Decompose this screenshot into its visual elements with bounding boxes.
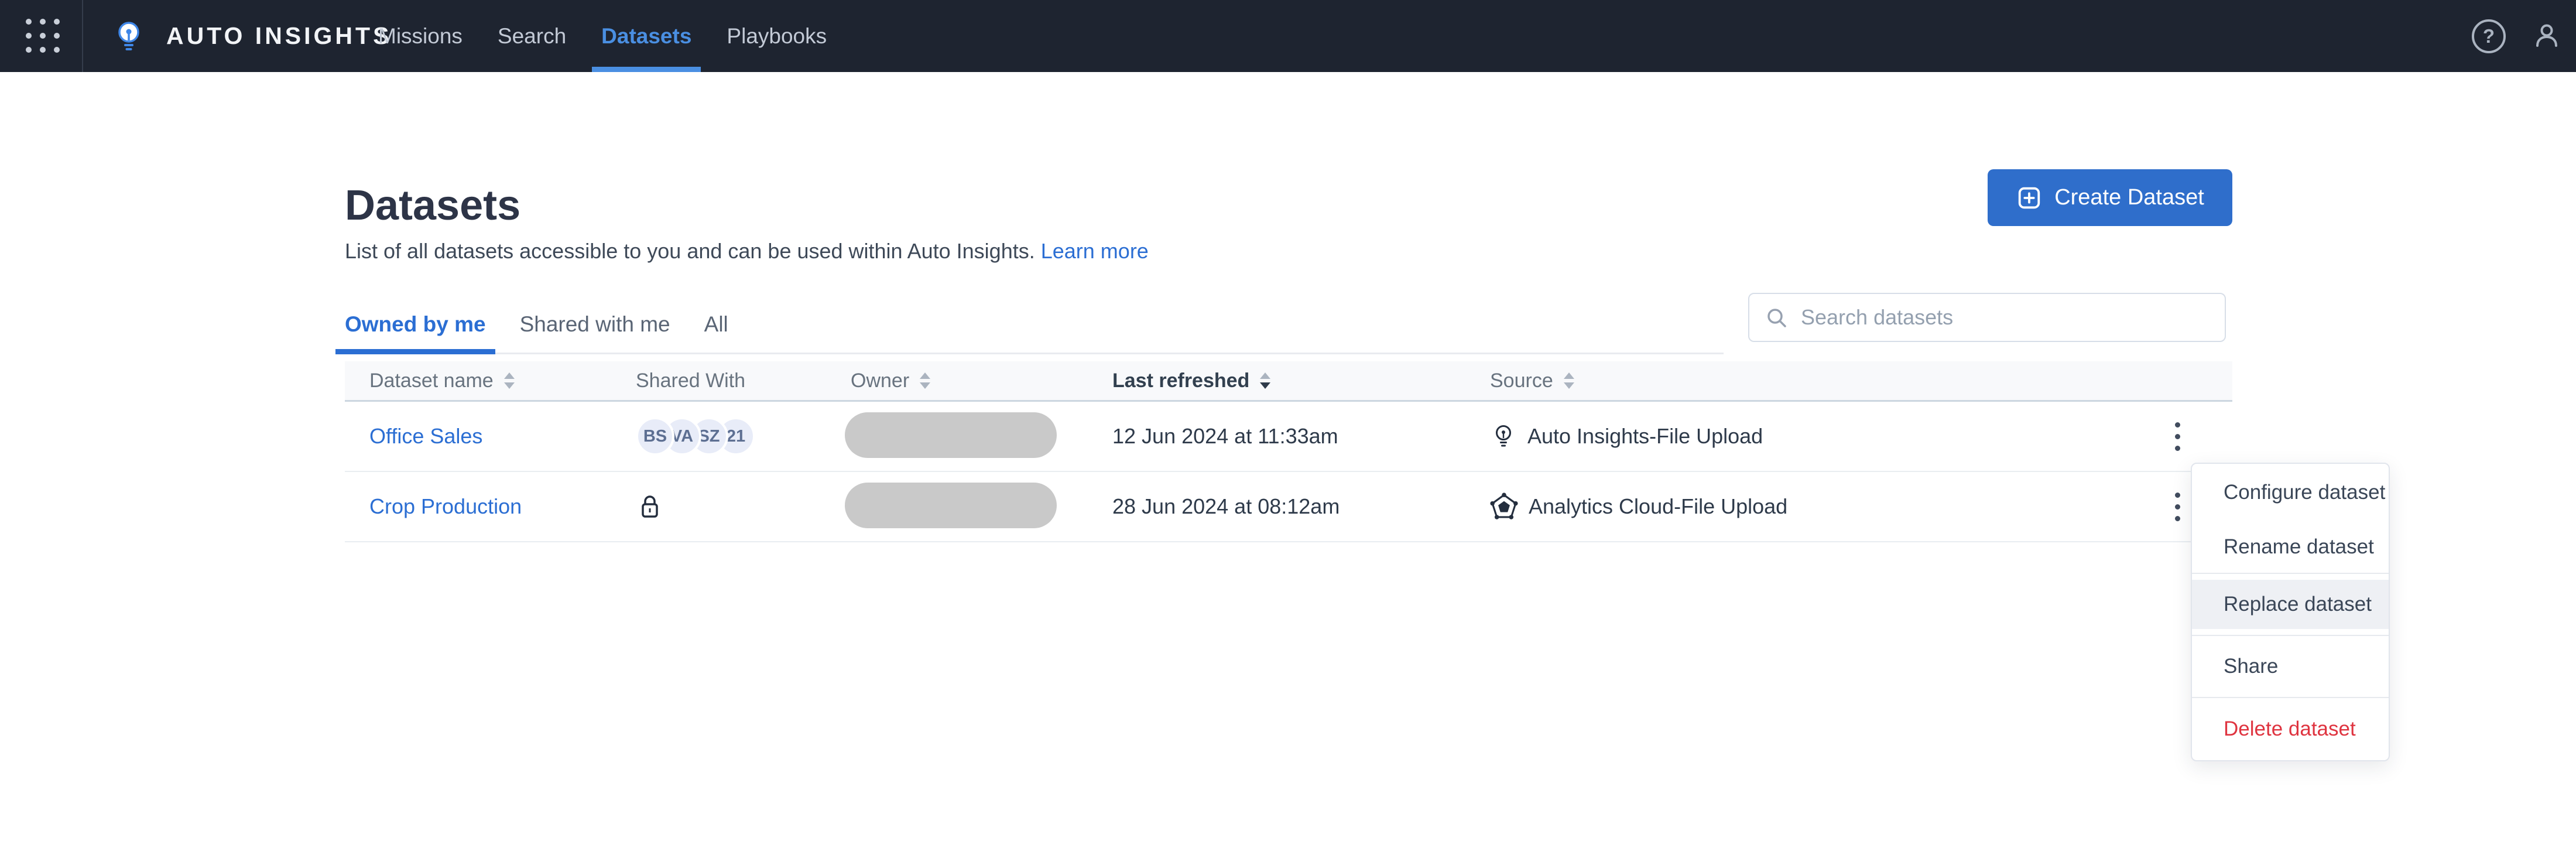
analytics-cloud-pentagon-icon: [1490, 493, 1518, 521]
dataset-name-link[interactable]: Crop Production: [369, 494, 522, 518]
column-header-shared-with: Shared With: [636, 370, 851, 392]
primary-nav: Missions Search Datasets Playbooks: [375, 0, 830, 72]
source-cell: Auto Insights-File Upload: [1490, 423, 2152, 450]
source-cell: Analytics Cloud-File Upload: [1490, 493, 2152, 521]
topbar-actions: ?: [2472, 0, 2562, 72]
brand: AUTO INSIGHTS: [110, 0, 392, 72]
lock-icon: [636, 493, 851, 521]
column-header-owner: Owner: [851, 370, 1112, 392]
nav-item-search[interactable]: Search: [494, 0, 570, 72]
page-description: List of all datasets accessible to you a…: [345, 239, 1149, 264]
column-label: Shared With: [636, 369, 746, 392]
topbar-divider: [82, 0, 83, 72]
help-icon[interactable]: ?: [2472, 19, 2506, 53]
tab-owned-by-me[interactable]: Owned by me: [335, 296, 495, 354]
avatar: BS: [636, 417, 674, 456]
column-label: Last refreshed: [1112, 369, 1250, 392]
last-refreshed-cell: 28 Jun 2024 at 08:12am: [1112, 494, 1340, 518]
sort-icon-descending[interactable]: [1260, 372, 1271, 389]
account-icon[interactable]: [2532, 21, 2562, 52]
sort-icon[interactable]: [1563, 372, 1574, 389]
column-header-source: Source: [1490, 370, 2152, 392]
app-launcher-icon[interactable]: [26, 19, 60, 53]
sort-icon[interactable]: [503, 372, 515, 389]
column-header-last-refreshed: Last refreshed: [1112, 370, 1490, 392]
source-label: Auto Insights-File Upload: [1527, 424, 1763, 448]
menu-spacer: [2192, 629, 2389, 635]
owner-redacted-pill: [845, 482, 1057, 528]
owner-redacted-pill: [845, 412, 1057, 458]
column-label: Source: [1490, 369, 1553, 392]
top-navigation-bar: AUTO INSIGHTS Missions Search Datasets P…: [0, 0, 2576, 72]
lightbulb-logo-icon: [110, 18, 148, 55]
tab-shared-with-me[interactable]: Shared with me: [520, 296, 670, 353]
table-row: Office Sales BS VA SZ 21 12 Jun 2024 at …: [345, 402, 2232, 472]
search-datasets: [1748, 293, 2226, 342]
menu-item-delete-dataset[interactable]: Delete dataset: [2192, 698, 2389, 760]
table-row: Crop Production 28 Jun 2024 at 08:12am A…: [345, 472, 2232, 542]
menu-item-rename-dataset[interactable]: Rename dataset: [2192, 521, 2389, 573]
search-icon: [1765, 306, 1789, 330]
source-label: Analytics Cloud-File Upload: [1529, 494, 1788, 518]
dataset-name-link[interactable]: Office Sales: [369, 424, 482, 448]
sort-icon[interactable]: [920, 372, 931, 389]
page-description-text: List of all datasets accessible to you a…: [345, 239, 1035, 263]
dataset-context-menu: Configure dataset Rename dataset Replace…: [2191, 463, 2390, 761]
help-glyph: ?: [2482, 25, 2495, 47]
create-dataset-label: Create Dataset: [2054, 185, 2204, 210]
brand-title: AUTO INSIGHTS: [166, 22, 392, 49]
column-label: Owner: [851, 369, 910, 392]
datasets-page: AUTO INSIGHTS Missions Search Datasets P…: [0, 0, 2576, 865]
plus-square-icon: [2016, 184, 2043, 211]
menu-item-configure-dataset[interactable]: Configure dataset: [2192, 464, 2389, 521]
lightbulb-icon: [1490, 423, 1517, 450]
dataset-tabs: Owned by me Shared with me All: [335, 296, 1724, 354]
datasets-table: Dataset name Shared With Owner Last refr…: [345, 361, 2232, 542]
column-label: Dataset name: [369, 369, 494, 392]
table-header-row: Dataset name Shared With Owner Last refr…: [345, 361, 2232, 402]
menu-item-replace-dataset[interactable]: Replace dataset: [2192, 580, 2389, 629]
last-refreshed-cell: 12 Jun 2024 at 11:33am: [1112, 424, 1338, 448]
tab-all[interactable]: All: [704, 296, 728, 353]
shared-with-avatars[interactable]: BS VA SZ 21: [636, 417, 851, 456]
page-title: Datasets: [345, 182, 521, 230]
menu-item-share[interactable]: Share: [2192, 636, 2389, 697]
create-dataset-button[interactable]: Create Dataset: [1988, 169, 2232, 226]
learn-more-link[interactable]: Learn more: [1041, 239, 1149, 263]
row-actions-kebab-icon[interactable]: [2160, 410, 2195, 463]
column-header-dataset-name: Dataset name: [369, 370, 636, 392]
nav-item-playbooks[interactable]: Playbooks: [723, 0, 830, 72]
row-actions-kebab-icon[interactable]: [2160, 480, 2195, 533]
menu-spacer: [2192, 574, 2389, 580]
nav-item-datasets[interactable]: Datasets: [592, 0, 701, 72]
nav-item-missions[interactable]: Missions: [375, 0, 466, 72]
search-input[interactable]: [1748, 293, 2226, 342]
shared-with-private: [636, 493, 851, 521]
